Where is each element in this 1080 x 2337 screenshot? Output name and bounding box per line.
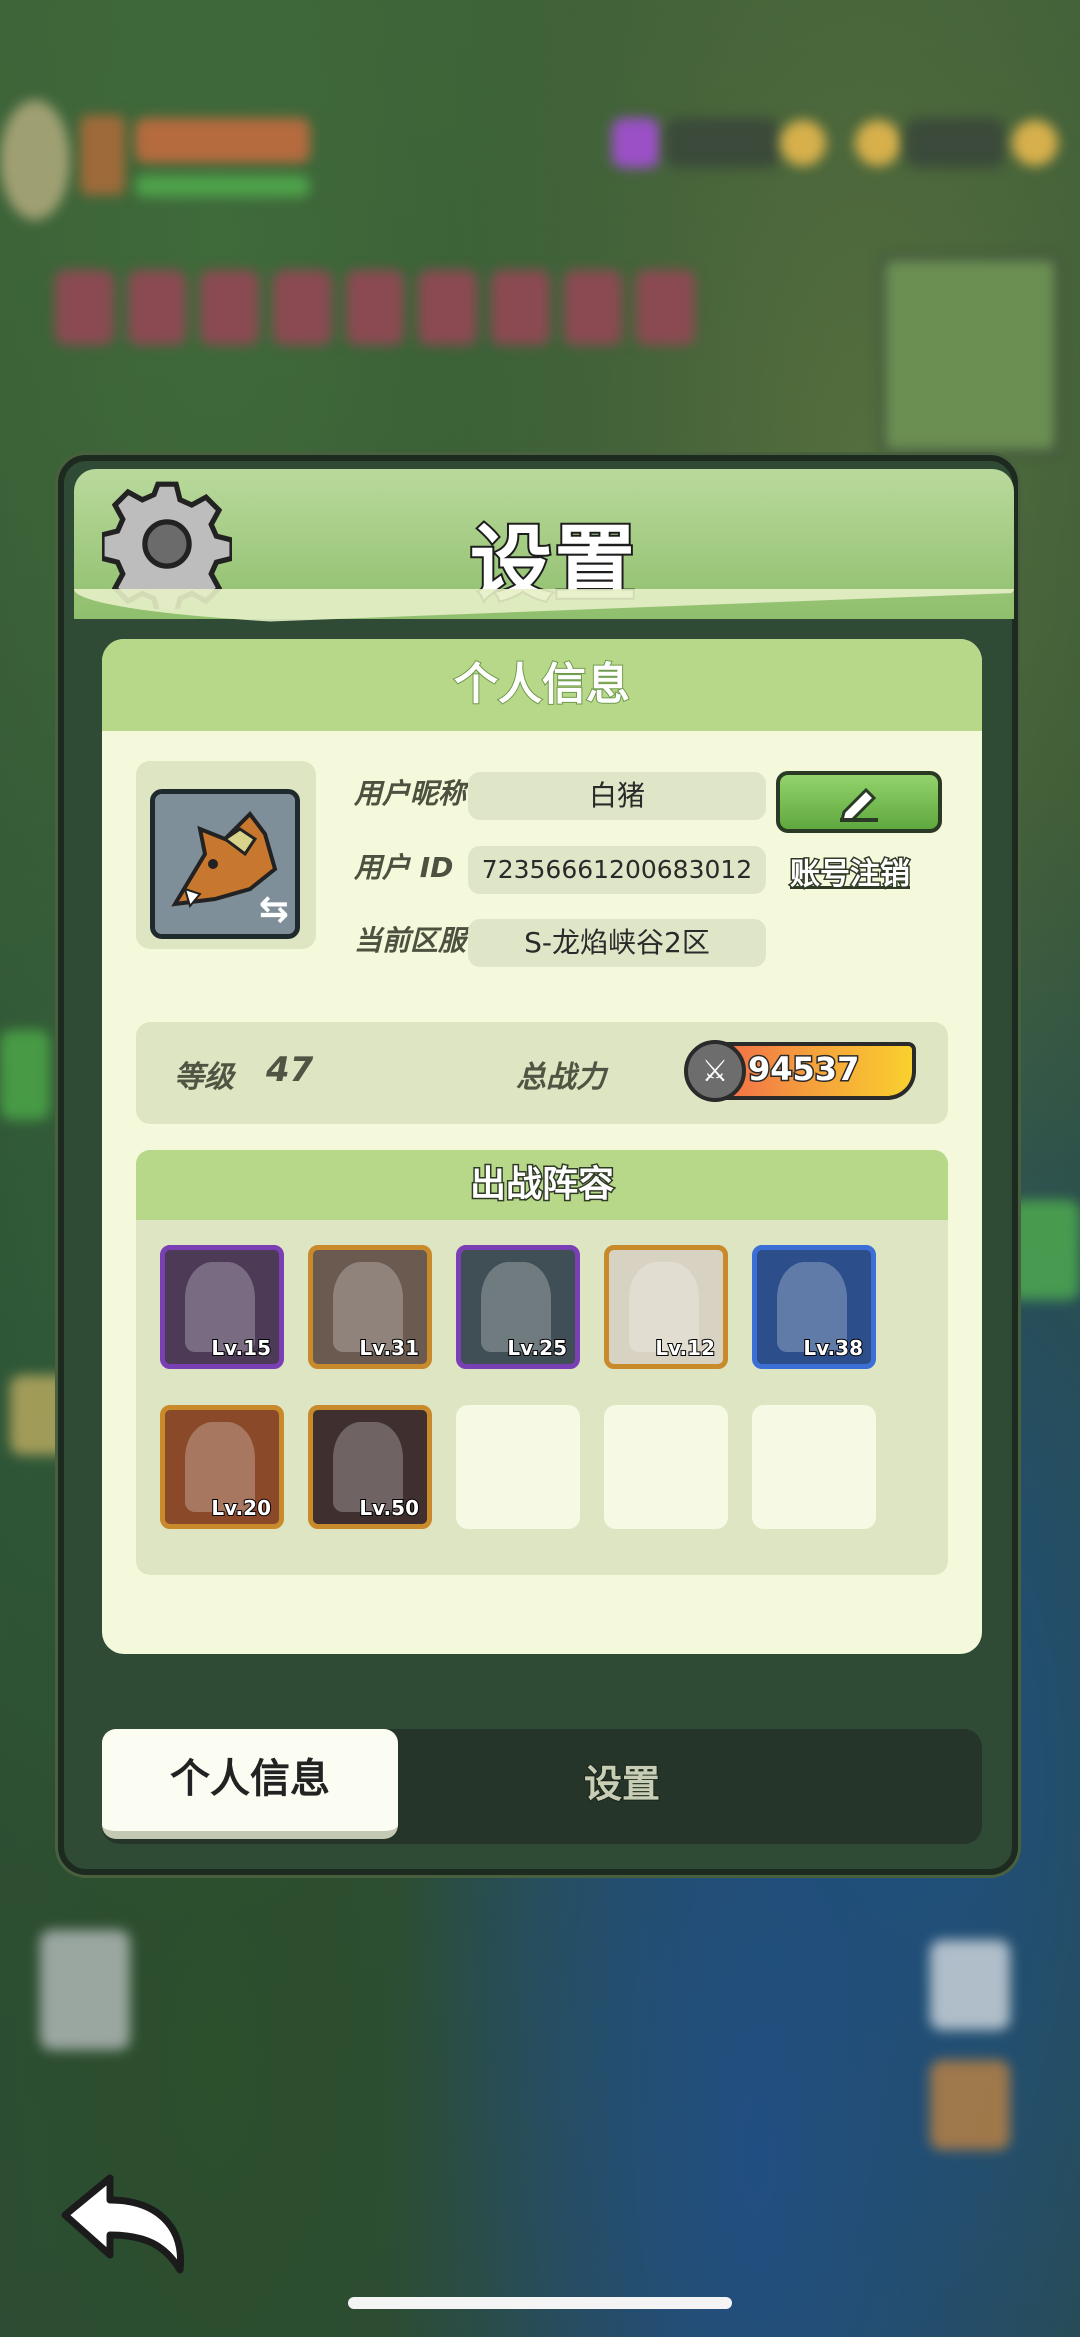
panel-title: 设置 xyxy=(468,515,638,614)
pencil-icon xyxy=(840,787,878,822)
hero-level: Lv.20 xyxy=(210,1495,272,1521)
empty-hero-slot[interactable] xyxy=(456,1405,580,1529)
delete-account-link[interactable]: 账号注销 xyxy=(789,849,912,894)
empty-hero-slot[interactable] xyxy=(752,1405,876,1529)
level-value: 47 xyxy=(266,1050,314,1090)
add-gold-icon xyxy=(1012,120,1058,166)
stats-bar: 等级 47 总战力 ⚔ 94537 xyxy=(136,1022,948,1124)
empty-hero-slot[interactable] xyxy=(604,1405,728,1529)
power-badge: ⚔ 94537 xyxy=(684,1040,916,1102)
panel-header: 设置 xyxy=(74,469,1014,619)
bottom-tabbar: 个人信息 设置 xyxy=(102,1729,982,1844)
side-icon-left xyxy=(0,1030,50,1120)
hero-level: Lv.25 xyxy=(506,1335,568,1361)
power-label: 总战力 xyxy=(516,1060,606,1095)
hud-portrait xyxy=(80,115,125,195)
hud-hero-row xyxy=(55,270,696,350)
gold-icon xyxy=(855,120,901,166)
minimap xyxy=(880,255,1060,455)
swap-icon[interactable]: ⇆ xyxy=(259,889,289,930)
hero-card[interactable]: Lv.25 xyxy=(456,1245,580,1369)
hud-progress-bar xyxy=(135,175,310,197)
hero-level: Lv.15 xyxy=(210,1335,272,1361)
crossed-swords-icon: ⚔ xyxy=(684,1040,746,1102)
hero-card[interactable]: Lv.12 xyxy=(604,1245,728,1369)
avatar-box: ⇆ xyxy=(136,761,316,949)
unit-icon-2 xyxy=(930,2060,1010,2150)
hud-gold-counter xyxy=(905,118,1005,168)
hud-gem-counter xyxy=(665,118,780,168)
server-field: S-龙焰峡谷2区 xyxy=(468,919,766,967)
user-id-label: 用户 ID xyxy=(354,851,454,884)
home-indicator[interactable] xyxy=(348,2297,732,2309)
avatar[interactable]: ⇆ xyxy=(150,789,300,939)
hero-level: Lv.50 xyxy=(358,1495,420,1521)
tab-settings[interactable]: 设置 xyxy=(522,1729,722,1839)
nickname-field: 白猪 xyxy=(468,772,766,820)
hero-card[interactable]: Lv.50 xyxy=(308,1405,432,1529)
hero-level: Lv.12 xyxy=(654,1335,716,1361)
hero-card[interactable]: Lv.31 xyxy=(308,1245,432,1369)
hud-avatar xyxy=(0,100,70,220)
personal-info-header: 个人信息 xyxy=(102,639,982,731)
server-label: 当前区服 xyxy=(354,924,467,957)
gem-icon xyxy=(612,118,660,168)
level-label: 等级 xyxy=(174,1060,234,1095)
side-icon-right xyxy=(1010,1200,1080,1300)
unit-icon-3 xyxy=(40,1930,130,2050)
hero-card[interactable]: Lv.38 xyxy=(752,1245,876,1369)
edit-nickname-button[interactable] xyxy=(776,771,942,833)
tab-personal-info[interactable]: 个人信息 xyxy=(102,1729,398,1839)
unit-icon-1 xyxy=(930,1940,1010,2030)
personal-info-card: 个人信息 ⇆ 用户昵称 白猪 用户 ID 72356661200683012 账… xyxy=(102,639,982,1654)
gear-icon xyxy=(102,481,232,609)
back-arrow-icon[interactable] xyxy=(55,2170,195,2280)
hero-level: Lv.31 xyxy=(358,1335,420,1361)
battle-lineup: 出战阵容 Lv.15 Lv.31 Lv.25 Lv.12 Lv.38 Lv.20 Lv.50 xyxy=(136,1150,948,1575)
hero-level: Lv.38 xyxy=(802,1335,864,1361)
hud-name-plate xyxy=(135,118,310,163)
power-value: 94537 xyxy=(746,1049,860,1090)
coin-icon xyxy=(780,120,826,166)
battle-lineup-header: 出战阵容 xyxy=(136,1150,948,1220)
settings-panel: 设置 个人信息 ⇆ 用户昵称 白猪 用户 ID 7235666120068301… xyxy=(58,455,1018,1875)
hero-card[interactable]: Lv.20 xyxy=(160,1405,284,1529)
nickname-label: 用户昵称 xyxy=(354,777,467,810)
hero-card[interactable]: Lv.15 xyxy=(160,1245,284,1369)
user-id-field: 72356661200683012 xyxy=(468,846,766,894)
